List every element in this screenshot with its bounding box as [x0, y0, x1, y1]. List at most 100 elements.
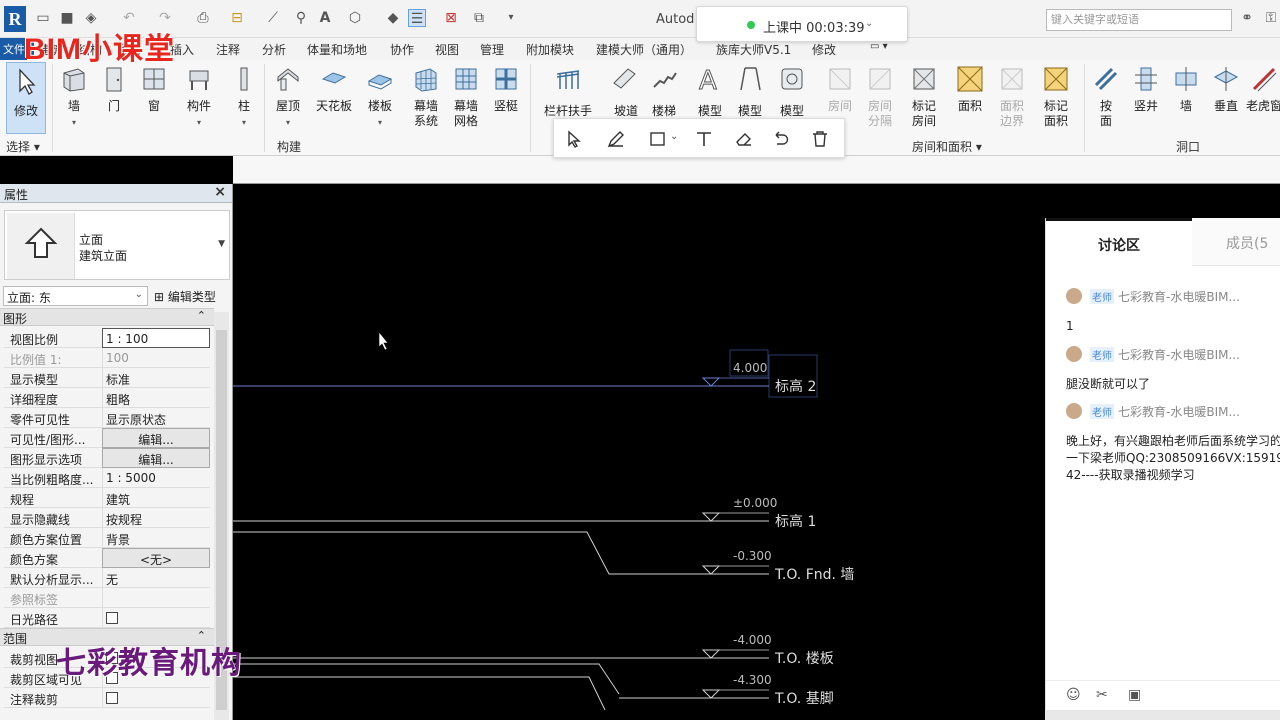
tab-discussion[interactable]: 讨论区 — [1046, 218, 1192, 266]
chevron-down-icon[interactable]: ⌄ — [865, 18, 873, 29]
level-name[interactable]: T.O. 基脚 — [774, 690, 834, 707]
property-row[interactable]: 显示隐藏线 按规程 — [4, 508, 210, 528]
window-button[interactable]: 窗 — [132, 62, 176, 134]
section-icon[interactable]: ◆ — [384, 9, 402, 27]
level-elevation[interactable]: 4.000 — [733, 361, 767, 375]
undo-tool-icon[interactable] — [770, 129, 790, 149]
room-separator-button[interactable]: 房间 分隔 — [858, 62, 902, 134]
property-row[interactable]: 颜色方案 <无> — [4, 548, 210, 568]
roof-button[interactable]: 屋顶 ▾ — [266, 62, 310, 134]
tab-collaborate[interactable]: 协作 — [390, 41, 414, 58]
property-row[interactable]: 规程 建筑 — [4, 488, 210, 508]
thin-lines-icon[interactable]: ☰ — [408, 9, 426, 27]
tab-family-library[interactable]: 族库大师V5.1 — [716, 41, 791, 58]
avatar[interactable] — [1066, 403, 1082, 419]
close-hidden-icon[interactable]: ⊠ — [442, 9, 460, 27]
tab-addins[interactable]: 附加模块 — [526, 41, 574, 58]
by-face-button[interactable]: 按 面 — [1084, 62, 1128, 134]
component-button[interactable]: 构件 ▾ — [177, 62, 221, 134]
tag-area-button[interactable]: 标记 面积 — [1034, 62, 1078, 134]
property-value[interactable]: <无> — [102, 548, 210, 568]
property-value[interactable]: 编辑... — [102, 448, 210, 468]
property-value[interactable] — [102, 608, 210, 628]
level-elevation[interactable]: -4.300 — [733, 673, 772, 687]
binoculars-icon[interactable]: ⚭ — [1238, 9, 1256, 27]
property-row[interactable]: 参照标签 — [4, 588, 210, 608]
wall-button[interactable]: 墙 ▾ — [52, 62, 96, 134]
room-area-panel-label[interactable]: 房间和面积 ▾ — [912, 138, 982, 155]
property-row[interactable]: 显示模型 标准 — [4, 368, 210, 388]
select-panel-label[interactable]: 选择 ▾ — [6, 138, 40, 155]
text-tool-icon[interactable] — [694, 129, 714, 149]
tab-analyze[interactable]: 分析 — [262, 41, 286, 58]
chevron-down-icon[interactable]: ⌄ — [670, 131, 678, 142]
customize-icon[interactable]: ▾ — [502, 9, 520, 27]
print-icon[interactable]: ⎙ — [194, 9, 212, 27]
tag-icon[interactable]: ⚲ — [292, 9, 310, 27]
dropdown-arrow-icon[interactable]: ▼ — [218, 239, 225, 249]
curtain-system-button[interactable]: 幕墙 系统 — [404, 62, 448, 134]
edit-type-button[interactable]: ⊞ 编辑类型 — [152, 286, 228, 306]
group-graphics[interactable]: 图形 ⌃ — [0, 308, 214, 326]
scissors-icon[interactable]: ✂ — [1096, 687, 1108, 703]
level-elevation[interactable]: -4.000 — [733, 633, 772, 647]
property-row[interactable]: 可见性/图形... 编辑... — [4, 428, 210, 448]
aligned-dimension-icon[interactable]: ⟋ — [264, 9, 282, 27]
avatar[interactable] — [1066, 346, 1082, 362]
wall-opening-button[interactable]: 墙 — [1164, 62, 1208, 134]
tab-view[interactable]: 视图 — [435, 41, 459, 58]
property-row[interactable]: 注释裁剪 — [4, 688, 210, 708]
close-icon[interactable]: × — [214, 184, 226, 200]
tab-manage[interactable]: 管理 — [480, 41, 504, 58]
pen-tool-icon[interactable] — [606, 129, 626, 149]
dormer-button[interactable]: 老虎窗 — [1244, 62, 1280, 134]
property-row[interactable]: 日光路径 — [4, 608, 210, 628]
checkbox[interactable] — [106, 612, 118, 624]
level-line[interactable] — [233, 531, 711, 575]
pointer-tool-icon[interactable] — [564, 129, 584, 149]
tab-modeling-master[interactable]: 建模大师（通用） — [596, 41, 692, 58]
property-value[interactable] — [102, 688, 210, 708]
switch-windows-icon[interactable]: ⧉ — [470, 9, 488, 27]
area-boundary-button[interactable]: 面积 边界 — [990, 62, 1034, 134]
modify-button[interactable]: 修改 — [6, 62, 46, 134]
curtain-grid-button[interactable]: 幕墙 网格 — [444, 62, 488, 134]
property-row[interactable]: 视图比例 1 : 100 — [4, 328, 210, 348]
property-row[interactable]: 零件可见性 显示原状态 — [4, 408, 210, 428]
rectangle-tool-icon[interactable] — [648, 129, 668, 149]
class-timer[interactable]: 上课中 00:03:39 ⌄ — [696, 6, 908, 42]
mullion-button[interactable]: 竖梃 — [484, 62, 528, 134]
measure-icon[interactable]: ⊟ — [228, 9, 246, 27]
type-selector[interactable]: 立面 建筑立面 ▼ — [4, 210, 230, 280]
shaft-button[interactable]: 竖井 — [1124, 62, 1168, 134]
instance-selector[interactable]: 立面: 东 ⌄ — [3, 286, 148, 306]
level-line[interactable] — [233, 676, 606, 711]
trash-tool-icon[interactable] — [810, 129, 830, 149]
level-elevation[interactable]: ±0.000 — [733, 496, 777, 510]
text-icon[interactable]: A — [316, 9, 334, 27]
eraser-tool-icon[interactable] — [734, 129, 754, 149]
area-button[interactable]: 面积 — [948, 62, 992, 134]
panel-toggle-icon[interactable]: ▭ ▾ — [870, 41, 888, 52]
tab-massing-site[interactable]: 体量和场地 — [307, 41, 367, 58]
tab-annotate[interactable]: 注释 — [216, 41, 240, 58]
search-input[interactable]: 键入关键字或短语 — [1046, 9, 1232, 31]
emoji-icon[interactable]: ☺ — [1066, 687, 1081, 703]
level-name[interactable]: T.O. 楼板 — [774, 651, 834, 667]
property-row[interactable]: 比例值 1: 100 — [4, 348, 210, 368]
door-button[interactable]: 门 — [92, 62, 136, 134]
tag-room-button[interactable]: 标记 房间 — [902, 62, 946, 134]
3d-view-icon[interactable]: ⬡ — [346, 9, 364, 27]
property-row[interactable]: 默认分析显示... 无 — [4, 568, 210, 588]
level-name[interactable]: 标高 1 — [775, 513, 816, 530]
level-line[interactable] — [233, 663, 620, 695]
level-elevation[interactable]: -0.300 — [733, 549, 772, 563]
revit-logo[interactable]: R — [4, 6, 26, 32]
checkbox[interactable] — [106, 692, 118, 704]
property-row[interactable]: 当比例粗略度... 1 : 5000 — [4, 468, 210, 488]
subscription-icon[interactable]: ⚿ — [1262, 9, 1280, 27]
property-value[interactable]: 编辑... — [102, 428, 210, 448]
drawing-canvas[interactable]: 4.000 标高 2 ±0.000 标高 1 -0.300 T.O. Fnd. 墙 -4.0… — [233, 184, 1045, 720]
column-button[interactable]: 柱 ▾ — [222, 62, 266, 134]
avatar[interactable] — [1066, 288, 1082, 304]
